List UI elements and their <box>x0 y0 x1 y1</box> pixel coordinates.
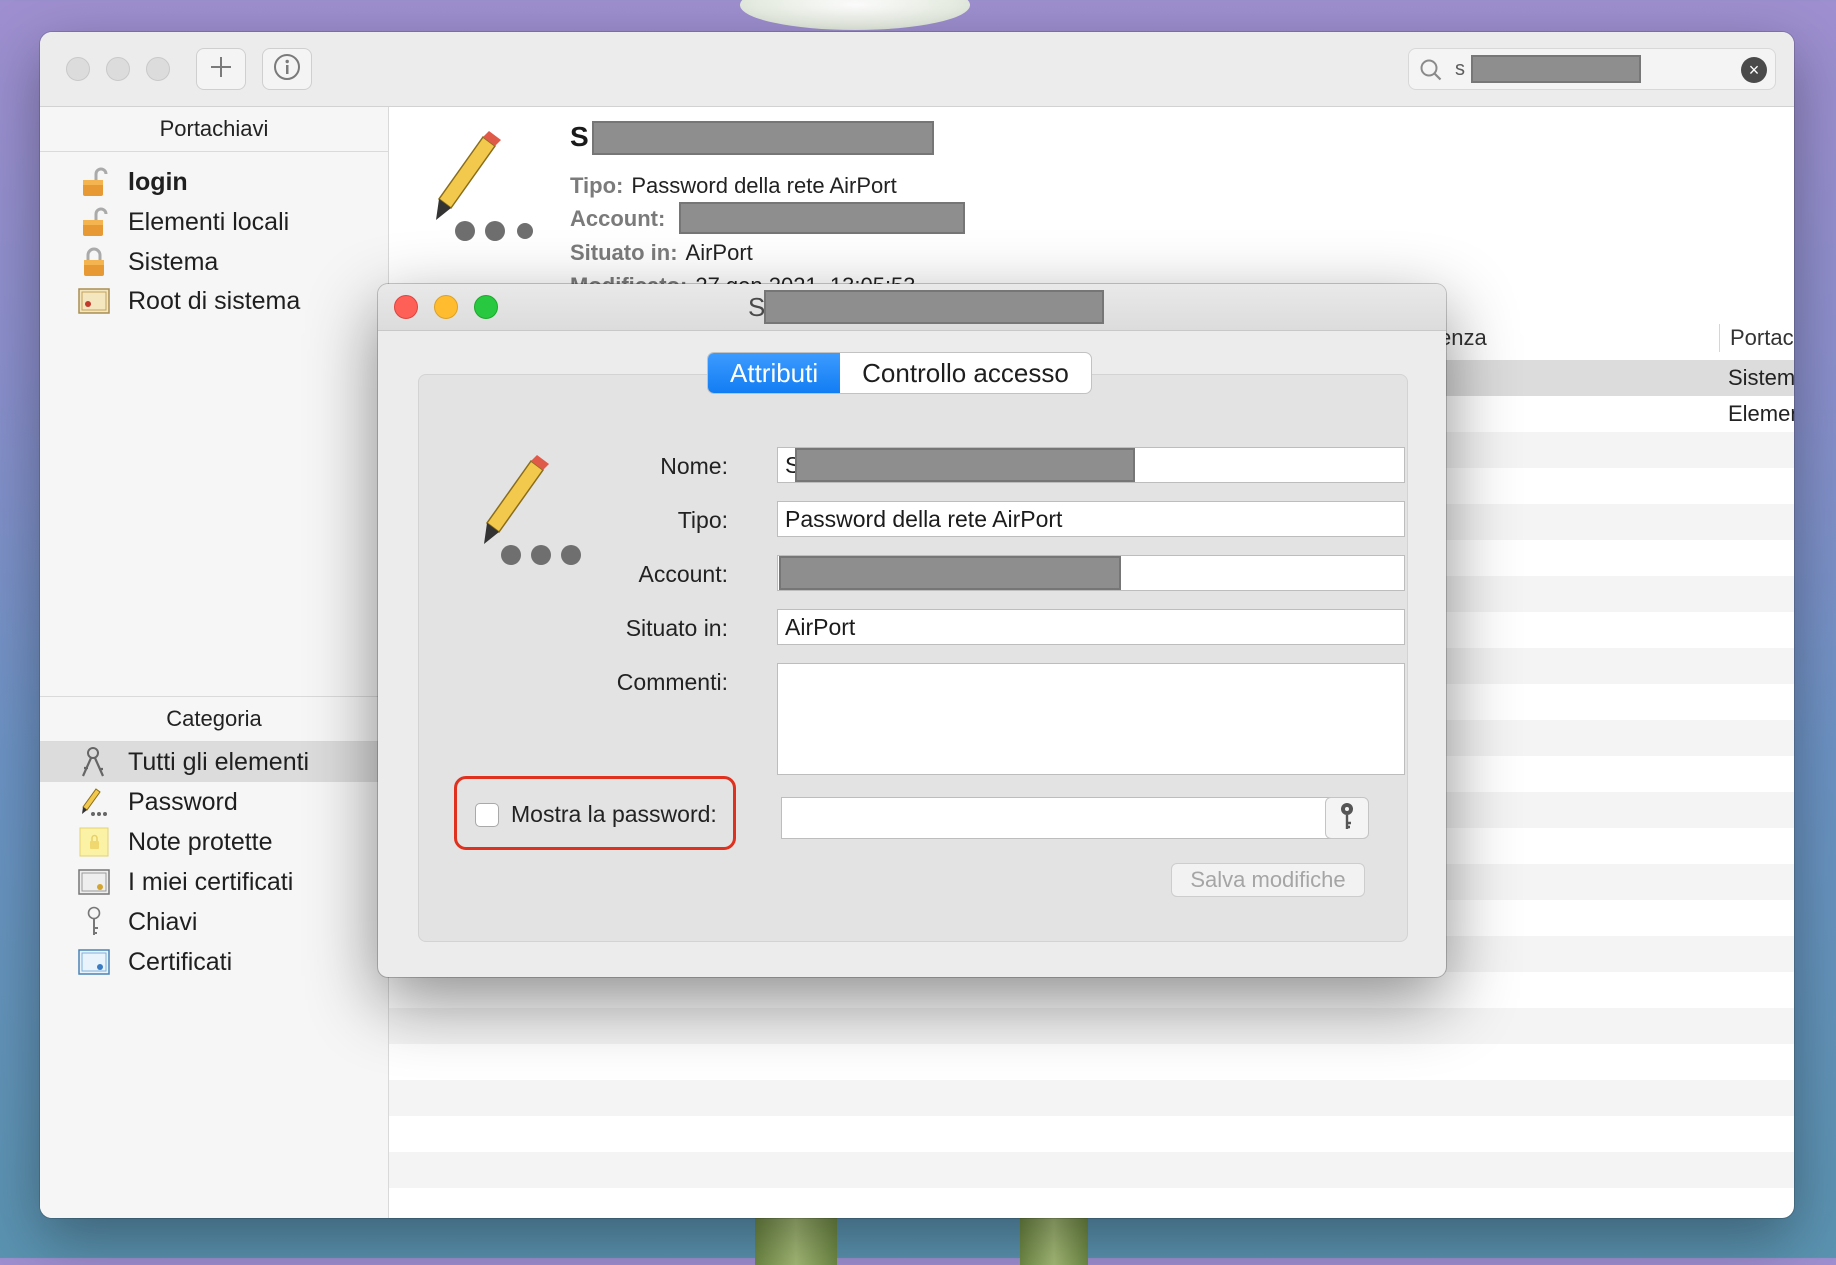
redacted-block <box>779 556 1121 590</box>
keychains-header: Portachiavi <box>40 107 388 152</box>
list-row <box>389 1152 1794 1188</box>
item-account: Account: <box>570 206 673 232</box>
where-label: Situato in: <box>625 615 728 641</box>
kind-label: Tipo: <box>677 507 728 533</box>
password-field[interactable] <box>781 797 1341 839</box>
sidebar-item-label: Root di sistema <box>128 286 301 315</box>
row-keychain: Sistema <box>1728 365 1794 390</box>
info-icon <box>273 53 301 86</box>
sidebar-item-local-items[interactable]: Elementi locali <box>40 202 388 242</box>
secure-note-icon <box>74 826 114 858</box>
sidebar-item-label: login <box>128 167 188 196</box>
attributes-panel: Nome: S Tipo: Password della rete AirPor… <box>418 374 1408 942</box>
item-info-dialog: S Nome: S Tipo: Password della rete AirP… <box>378 284 1446 977</box>
list-row <box>389 1080 1794 1116</box>
account-label: Account: <box>638 561 729 587</box>
key-icon <box>74 906 114 938</box>
category-header: Categoria <box>40 696 388 742</box>
info-button[interactable] <box>262 48 312 90</box>
password-assistant-button[interactable] <box>1325 797 1369 839</box>
sidebar-item-all-items[interactable]: Tutti gli elementi <box>40 742 388 782</box>
plus-icon <box>209 55 233 84</box>
item-detail-header: S Tipo: Password della rete AirPort Accou… <box>389 107 1794 298</box>
save-changes-button[interactable]: Salva modifiche <box>1171 863 1365 897</box>
close-dialog-button[interactable] <box>394 295 418 319</box>
keys-icon <box>74 746 114 778</box>
search-query: s <box>1455 58 1465 80</box>
sidebar-item-label: Password <box>128 787 238 816</box>
dialog-title: S <box>748 292 766 322</box>
item-title: S <box>570 121 589 152</box>
certificate-icon <box>74 946 114 978</box>
add-item-button[interactable] <box>196 48 246 90</box>
key-icon <box>1337 801 1357 836</box>
redacted-block <box>1471 55 1641 83</box>
pencil-password-icon <box>74 786 114 818</box>
where-label: Situato in: <box>570 240 678 265</box>
sidebar-item-secure-notes[interactable]: Note protette <box>40 822 388 862</box>
annotation-highlight <box>454 776 736 850</box>
clear-search-icon[interactable]: × <box>1741 57 1767 83</box>
minimize-window-button[interactable] <box>106 57 130 81</box>
certificate-icon <box>74 285 114 317</box>
sidebar-item-label: Chiavi <box>128 907 198 936</box>
search-field[interactable]: s × <box>1408 48 1776 90</box>
kind-label: Tipo: <box>570 173 624 198</box>
kind-value: Password della rete AirPort <box>631 173 897 198</box>
locked-padlock-icon <box>74 246 114 278</box>
kind-field[interactable]: Password della rete AirPort <box>777 501 1405 537</box>
unlocked-padlock-icon <box>74 166 114 198</box>
zoom-dialog-button[interactable] <box>474 295 498 319</box>
redacted-block <box>764 290 1104 324</box>
tab-attributes[interactable]: Attributi <box>708 353 841 393</box>
comments-field[interactable] <box>777 663 1405 775</box>
sidebar-item-label: Elementi locali <box>128 207 290 236</box>
wallpaper-flower <box>740 0 970 30</box>
close-window-button[interactable] <box>66 57 90 81</box>
search-icon <box>1419 58 1443 87</box>
sidebar-item-login[interactable]: login <box>40 162 388 202</box>
item-where: Situato in: AirPort <box>570 240 753 266</box>
column-header-expires[interactable]: enza <box>1439 316 1487 360</box>
comments-label: Commenti: <box>616 669 728 695</box>
where-value: AirPort <box>685 240 753 265</box>
toolbar: s × <box>40 32 1794 107</box>
sidebar: Portachiavi login Elementi locali Sistem… <box>40 107 389 1218</box>
sidebar-item-label: I miei certificati <box>128 867 294 896</box>
where-field[interactable]: AirPort <box>777 609 1405 645</box>
redacted-block <box>592 121 934 155</box>
sidebar-item-system[interactable]: Sistema <box>40 242 388 282</box>
tab-access-control[interactable]: Controllo accesso <box>840 353 1091 393</box>
dialog-titlebar: S <box>378 284 1446 331</box>
unlocked-padlock-icon <box>74 206 114 238</box>
sidebar-item-label: Certificati <box>128 947 233 976</box>
item-kind: Tipo: Password della rete AirPort <box>570 173 897 199</box>
sidebar-item-my-certificates[interactable]: I miei certificati <box>40 862 388 902</box>
zoom-window-button[interactable] <box>146 57 170 81</box>
redacted-block <box>679 202 965 234</box>
sidebar-item-certificates[interactable]: Certificati <box>40 942 388 982</box>
list-row <box>389 1008 1794 1044</box>
account-label: Account: <box>570 206 666 231</box>
my-certificate-icon <box>74 866 114 898</box>
sidebar-item-label: Note protette <box>128 827 273 856</box>
column-header-keychain[interactable]: Portachiav <box>1730 316 1794 360</box>
sidebar-item-keys[interactable]: Chiavi <box>40 902 388 942</box>
name-label: Nome: <box>660 453 728 479</box>
sidebar-item-label: Tutti gli elementi <box>128 747 310 776</box>
where-value: AirPort <box>785 614 856 640</box>
kind-value: Password della rete AirPort <box>785 506 1063 532</box>
password-item-icon <box>413 129 533 254</box>
minimize-dialog-button[interactable] <box>434 295 458 319</box>
sidebar-item-label: Sistema <box>128 247 219 276</box>
dialog-tabs: Attributi Controllo accesso <box>707 352 1092 394</box>
sidebar-item-system-roots[interactable]: Root di sistema <box>40 281 388 321</box>
redacted-block <box>795 448 1135 482</box>
sidebar-item-passwords[interactable]: Password <box>40 782 388 822</box>
column-divider <box>1719 324 1720 352</box>
